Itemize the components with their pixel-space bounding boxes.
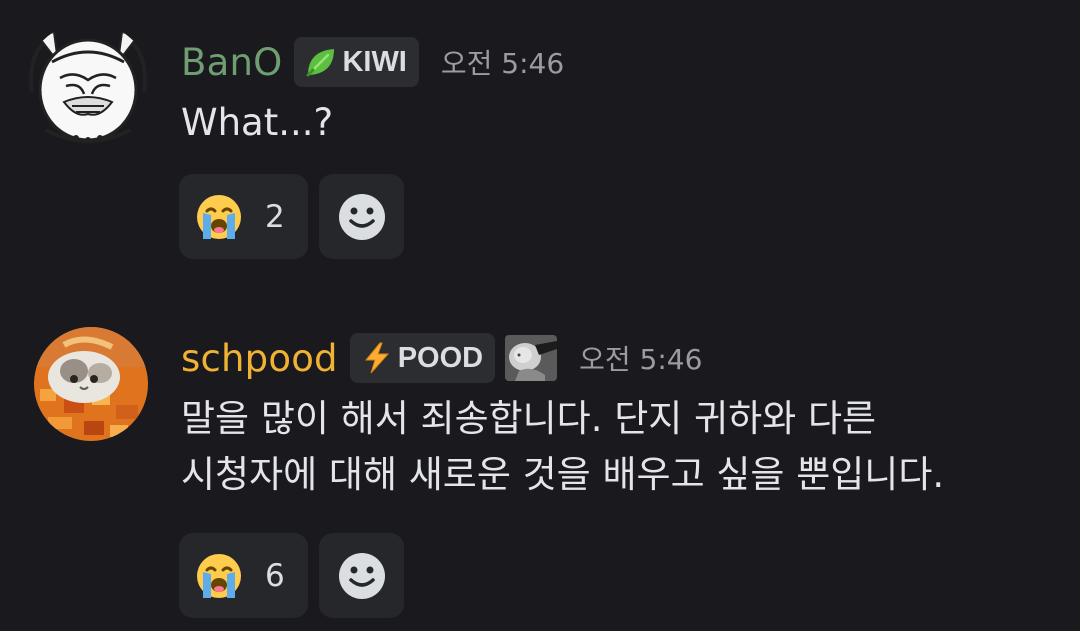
tag-label: POOD bbox=[397, 341, 484, 374]
message-content: 말을 많이 해서 죄송합니다. 단지 귀하와 다른 시청자에 대해 새로운 것을… bbox=[181, 391, 944, 503]
reaction-count: 6 bbox=[265, 557, 285, 594]
timestamp: 오전 5:46 bbox=[579, 343, 703, 376]
reaction-button[interactable]: 2 bbox=[179, 174, 308, 259]
message-line: 말을 많이 해서 죄송합니다. 단지 귀하와 다른 bbox=[181, 397, 877, 440]
username[interactable]: BanO bbox=[181, 41, 282, 84]
lightning-bolt-icon bbox=[360, 341, 394, 375]
timestamp: 오전 5:46 bbox=[440, 47, 565, 80]
reaction-count: 2 bbox=[265, 198, 285, 235]
message-line: 시청자에 대해 새로운 것을 배우고 싶을 뿐입니다. bbox=[181, 453, 945, 496]
reactions-bar: 2 bbox=[179, 174, 404, 259]
reactions-bar: 6 bbox=[179, 533, 404, 618]
smiley-add-reaction-icon bbox=[338, 552, 385, 599]
loudly-crying-face-icon bbox=[197, 553, 241, 598]
baby-photo-role-icon bbox=[505, 335, 558, 381]
add-reaction-button[interactable] bbox=[319, 533, 404, 618]
smiley-add-reaction-icon bbox=[338, 193, 385, 240]
message-header: BanO KIWI 오전 5:46 bbox=[181, 34, 564, 90]
message-header: schpood POOD 오전 5:46 bbox=[181, 330, 702, 386]
add-reaction-button[interactable] bbox=[319, 174, 404, 259]
username[interactable]: schpood bbox=[181, 337, 338, 380]
cat-lava-avatar-icon bbox=[34, 327, 148, 441]
chat-view: BanO KIWI 오전 5:46 What...? 2 schpood POO… bbox=[0, 0, 1080, 631]
leaf-icon bbox=[304, 45, 338, 79]
tag-label: KIWI bbox=[342, 45, 407, 78]
message-content: What...? bbox=[181, 101, 334, 144]
server-tag[interactable]: POOD bbox=[349, 333, 496, 383]
server-tag[interactable]: KIWI bbox=[294, 37, 419, 87]
cat-sketch-avatar-icon bbox=[24, 22, 152, 150]
loudly-crying-face-icon bbox=[197, 194, 241, 239]
user-avatar[interactable] bbox=[24, 22, 152, 150]
user-avatar[interactable] bbox=[34, 327, 148, 441]
reaction-button[interactable]: 6 bbox=[179, 533, 308, 618]
